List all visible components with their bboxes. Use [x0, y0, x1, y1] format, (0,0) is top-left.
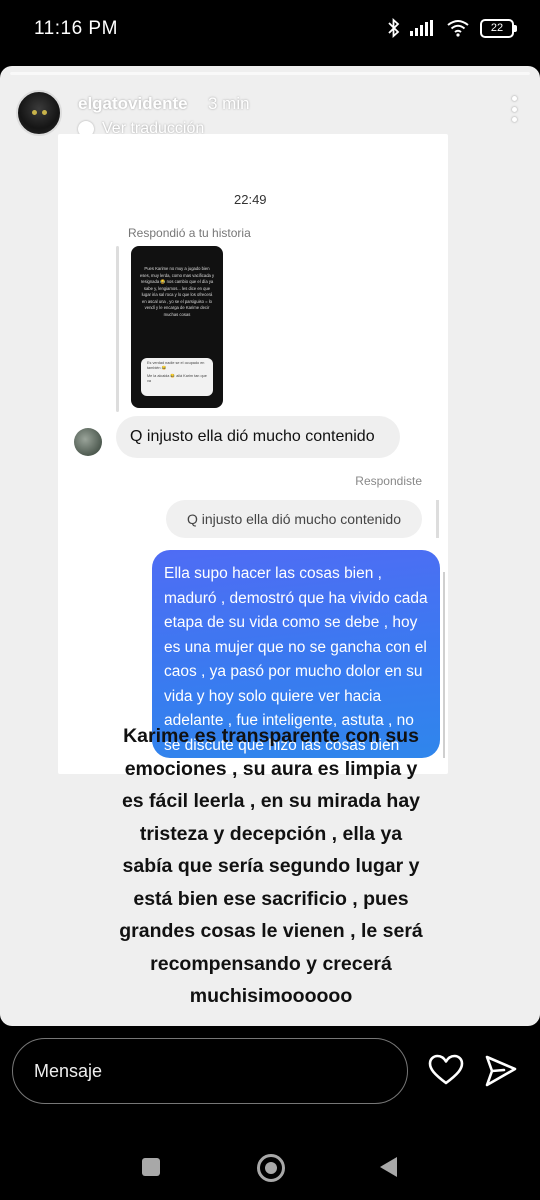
story-progress-bar: [10, 72, 530, 75]
quoted-message: Q injusto ella dió mucho contenido: [166, 500, 422, 538]
quote-indicator-bar: [436, 500, 439, 538]
chat-timestamp: 22:49: [234, 192, 267, 207]
profile-avatar[interactable]: [16, 90, 62, 136]
thumbnail-text: Pues Karime no muy a jugado bien eses, m…: [139, 266, 215, 317]
more-options-icon[interactable]: [510, 96, 518, 122]
heart-icon[interactable]: [428, 1054, 464, 1086]
bluetooth-icon: [388, 18, 400, 38]
story-viewer[interactable]: elgatovidente 3 min Ver traducción 22:49…: [0, 66, 540, 1026]
reply-indicator-bar: [116, 246, 119, 412]
recent-apps-button[interactable]: [142, 1158, 160, 1176]
story-time-ago: 3 min: [208, 94, 250, 113]
home-button[interactable]: [257, 1154, 285, 1182]
chat-scroll-indicator: [443, 572, 445, 758]
story-caption-text: Karime es transparente con sus emociones…: [119, 725, 423, 1007]
message-input[interactable]: [12, 1038, 408, 1104]
status-time: 11:16 PM: [34, 18, 118, 39]
story-reply-thumbnail: Pues Karime no muy a jugado bien eses, m…: [131, 246, 223, 408]
send-icon[interactable]: [484, 1054, 518, 1088]
thumbnail-card-line: Me la alcaida 😂 allá Karim tan que va: [147, 374, 207, 383]
battery-icon: 22: [480, 18, 517, 38]
thumbnail-card-line: Es verdad nadie se el ocupado en también…: [147, 361, 205, 370]
chat-avatar: [74, 428, 102, 456]
back-button[interactable]: [380, 1157, 397, 1177]
you-replied-label: Respondiste: [355, 474, 422, 488]
status-bar: 11:16 PM 22: [0, 0, 540, 62]
wifi-icon: [447, 20, 469, 37]
incoming-message-bubble: Q injusto ella dió mucho contenido: [116, 416, 400, 458]
thumbnail-card: Es verdad nadie se el ocupado en también…: [141, 358, 213, 396]
signal-icon: [410, 20, 433, 36]
replied-to-story-label: Respondió a tu historia: [128, 226, 251, 240]
chat-screenshot: 22:49 Respondió a tu historia Pues Karim…: [58, 134, 448, 774]
status-icons: 22: [388, 18, 517, 38]
story-username[interactable]: elgatovidente: [78, 94, 188, 114]
